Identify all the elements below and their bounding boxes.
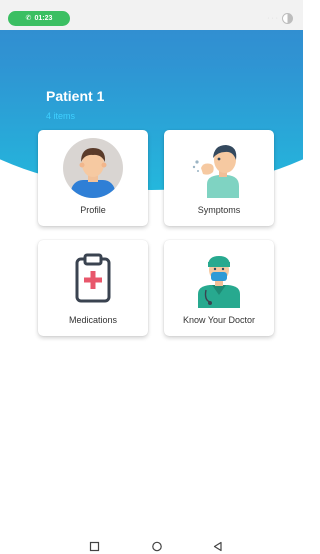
- profile-card[interactable]: Profile: [38, 130, 148, 226]
- coughing-person-icon: [184, 138, 254, 198]
- ongoing-call-pill[interactable]: ✆ 01:23: [8, 11, 70, 26]
- doctor-icon: [184, 248, 254, 308]
- phone-icon: ✆: [25, 15, 32, 22]
- know-your-doctor-card[interactable]: Know Your Doctor: [164, 240, 274, 336]
- profile-label: Profile: [80, 205, 106, 215]
- status-dim-indicator: · · ·: [267, 15, 278, 22]
- clipboard-medical-icon: [58, 248, 128, 308]
- medications-card[interactable]: Medications: [38, 240, 148, 336]
- status-icons: · · ·: [267, 13, 293, 24]
- symptoms-card[interactable]: Symptoms: [164, 130, 274, 226]
- patient-title: Patient 1: [46, 88, 105, 104]
- home-icon[interactable]: [150, 540, 164, 554]
- avatar-icon: [58, 138, 128, 198]
- symptoms-label: Symptoms: [197, 205, 241, 215]
- system-navigation-bar: [0, 536, 303, 554]
- recent-apps-icon[interactable]: [88, 540, 102, 554]
- status-bar: ✆ 01:23 · · ·: [0, 0, 303, 30]
- call-time: 01:23: [34, 15, 53, 22]
- moon-icon: [282, 13, 293, 24]
- know-your-doctor-label: Know Your Doctor: [182, 315, 256, 325]
- medications-label: Medications: [68, 315, 118, 325]
- back-icon[interactable]: [211, 540, 225, 554]
- item-count: 4 items: [46, 111, 76, 121]
